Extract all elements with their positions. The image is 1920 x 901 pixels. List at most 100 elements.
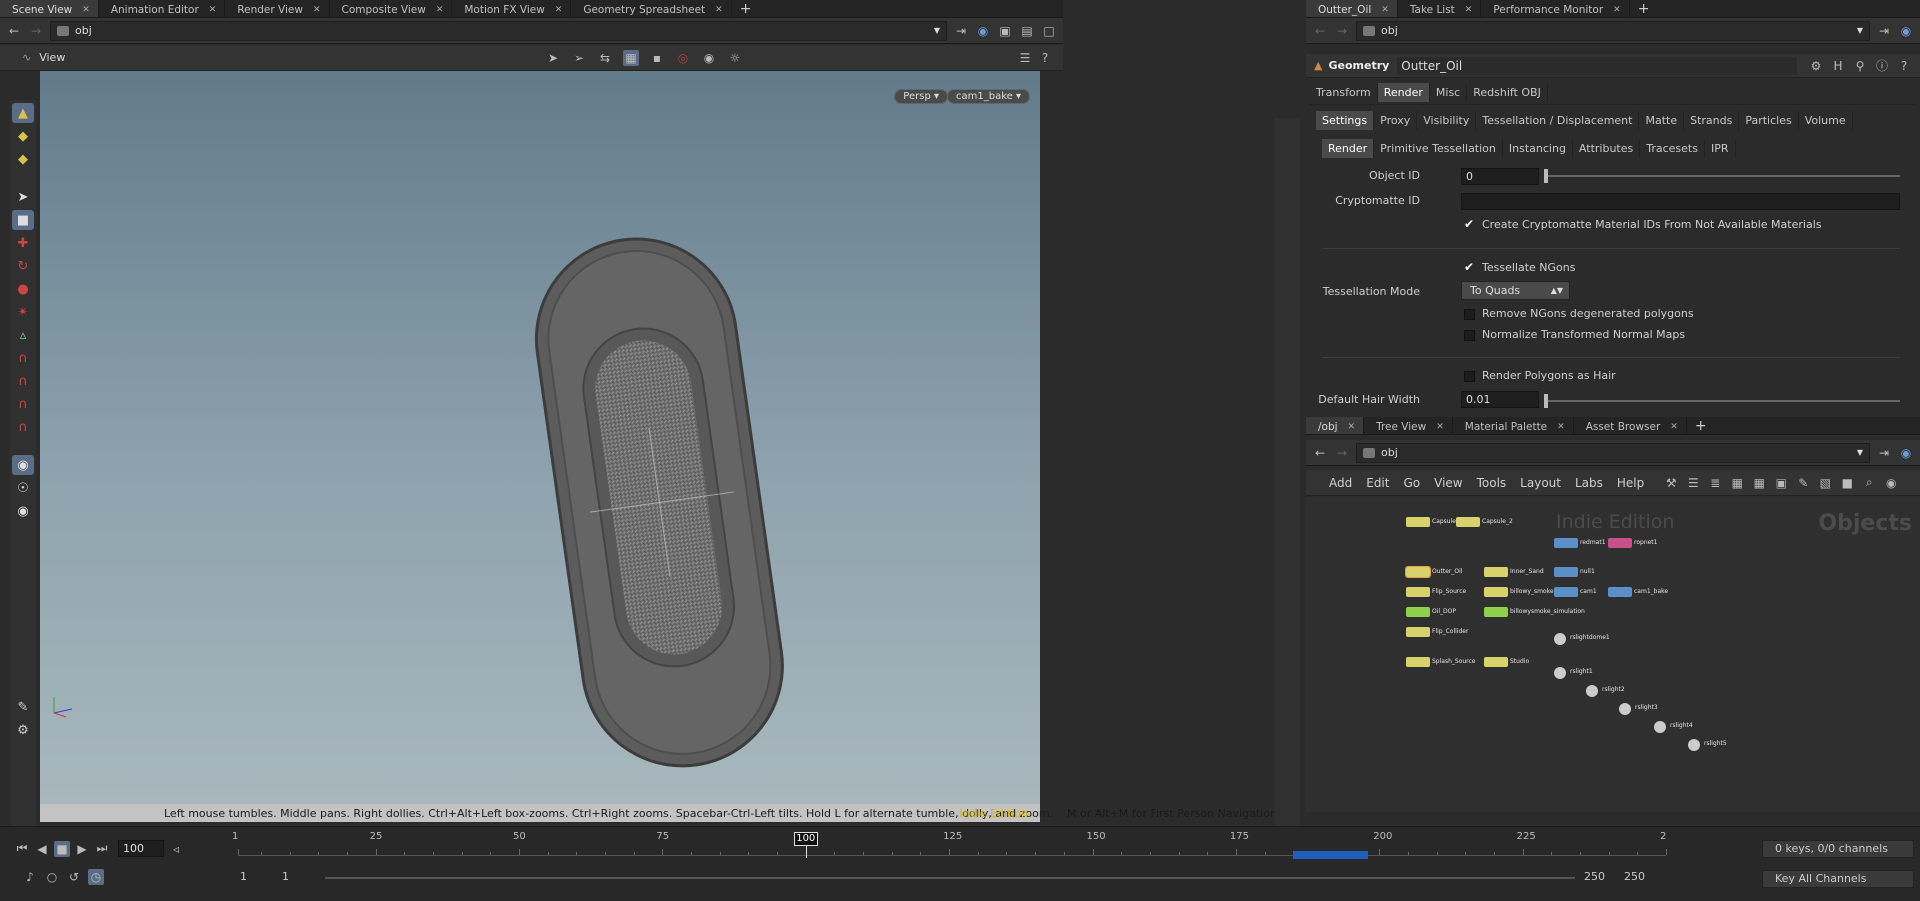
close-icon[interactable]: ✕ [1381,5,1389,15]
menu-edit[interactable]: Edit [1359,476,1396,490]
param-top-tab-0[interactable]: Transform [1310,83,1378,102]
key-all-dropdown[interactable]: Key All Channels [1762,870,1914,888]
network-node[interactable] [1654,721,1666,733]
frame-ruler[interactable]: 12550751001251501752002252100 [232,831,1667,867]
camera-tool-icon[interactable]: ◉ [12,501,34,521]
search-icon[interactable]: ⚲ [1852,58,1868,74]
menu-go[interactable]: Go [1396,476,1427,490]
end-frame-secondary[interactable]: 250 [1624,870,1645,883]
param-top-tab-2[interactable]: Misc [1430,83,1468,102]
link-icon[interactable]: ◉ [975,23,991,39]
lock-icon[interactable]: ■ [12,210,34,230]
back-arrow-icon[interactable]: ← [1312,23,1328,39]
audio-icon[interactable]: ♪ [22,869,38,885]
left-tab-4[interactable]: Motion FX View ✕ [452,0,572,17]
cryptomatte-field[interactable] [1461,193,1900,210]
network-node[interactable] [1554,633,1566,645]
chevron-down-icon[interactable]: ▼ [1857,448,1863,457]
note-icon[interactable]: ✎ [1795,475,1811,491]
gear-icon[interactable]: ⚙ [1808,58,1824,74]
network-node[interactable] [1456,517,1480,527]
left-tab-1[interactable]: Animation Editor ✕ [99,0,226,17]
forward-arrow-icon[interactable]: → [1334,445,1350,461]
network-node[interactable] [1586,685,1598,697]
tree-icon[interactable]: ☰ [1685,475,1701,491]
network-editor[interactable]: Indie Edition Objects Capsule_1 Capsule_2… [1306,497,1920,812]
menu-labs[interactable]: Labs [1568,476,1610,490]
object-id-slider-handle[interactable] [1544,169,1548,183]
step-back-icon[interactable]: ◀ [34,841,50,857]
network-node[interactable] [1484,607,1508,617]
network-tab-0[interactable]: /obj ✕ [1306,417,1365,434]
keys-channels-display[interactable]: 0 keys, 0/0 channels [1762,840,1914,858]
network-tab-2[interactable]: Material Palette ✕ [1453,417,1574,434]
step-icon[interactable]: ◃ [168,841,184,857]
current-frame-field[interactable]: 100 [118,840,164,857]
menu-add[interactable]: Add [1322,476,1359,490]
param-second-tab-3[interactable]: Tessellation / Displacement [1476,111,1640,130]
move-tool-icon[interactable]: ◆ [12,126,34,146]
param-third-tab-5[interactable]: IPR [1705,139,1736,158]
left-tab-2[interactable]: Render View ✕ [225,0,330,17]
render-hair-checkbox[interactable] [1464,371,1475,382]
scale-icon[interactable]: ● [12,279,34,299]
network-tab-1[interactable]: Tree View ✕ [1364,417,1453,434]
wrench-icon[interactable]: ⚒ [1663,475,1679,491]
network-node[interactable] [1554,667,1566,679]
jump-end-icon[interactable]: ⏭ [94,841,110,857]
pin-icon[interactable]: ⇥ [1876,445,1892,461]
close-icon[interactable]: ✕ [436,5,444,15]
back-arrow-icon[interactable]: ← [6,23,22,39]
maximize-icon[interactable]: □ [1041,23,1057,39]
settings-icon[interactable]: ⚙ [12,720,34,740]
close-icon[interactable]: ✕ [209,5,217,15]
tessellate-ngons-checkmark-icon[interactable]: ✔ [1464,260,1474,274]
magnet-icon-2[interactable]: ∩ [12,371,34,391]
param-third-tab-2[interactable]: Instancing [1503,139,1573,158]
network-path-field[interactable]: obj ▼ [1356,442,1870,463]
cube-icon[interactable]: ▣ [997,23,1013,39]
right-tab-1[interactable]: Take List ✕ [1398,0,1482,17]
menu-layout[interactable]: Layout [1513,476,1568,490]
jump-start-icon[interactable]: ⏮ [14,841,30,857]
pointer-icon[interactable]: ➤ [12,187,34,207]
realtime-icon[interactable]: ○ [44,869,60,885]
close-icon[interactable]: ✕ [715,5,723,15]
swap-icon[interactable]: ⇆ [597,50,613,66]
rotate-icon[interactable]: ↻ [12,256,34,276]
menu-tools[interactable]: Tools [1470,476,1514,490]
chevron-down-icon[interactable]: ▼ [1857,26,1863,35]
pane-icon[interactable]: ▤ [1019,23,1035,39]
network-node[interactable] [1608,587,1632,597]
network-node[interactable] [1406,517,1430,527]
param-third-tab-0[interactable]: Render [1322,139,1375,158]
menu-help[interactable]: Help [1610,476,1651,490]
start-frame-secondary[interactable]: 1 [282,870,289,883]
network-node[interactable] [1484,567,1508,577]
add-tab-icon[interactable]: + [1687,417,1715,434]
network-node[interactable] [1608,538,1632,548]
hair-width-field[interactable]: 0.01 [1461,391,1539,408]
handle-icon[interactable]: ➢ [571,50,587,66]
network-node[interactable] [1688,739,1700,751]
close-icon[interactable]: ✕ [82,5,90,15]
normalize-checkbox[interactable] [1464,330,1475,341]
view-tool-icon[interactable]: ◉ [12,455,34,475]
options-icon[interactable]: ☰ [1017,50,1033,66]
param-top-tab-1[interactable]: Render [1377,83,1430,102]
close-icon[interactable]: ✕ [1557,422,1565,432]
param-third-tab-3[interactable]: Attributes [1573,139,1641,158]
eye-icon[interactable]: ◉ [1883,475,1899,491]
link-icon[interactable]: ◉ [1898,445,1914,461]
close-icon[interactable]: ✕ [1613,5,1621,15]
network-node[interactable] [1406,587,1430,597]
left-tab-0[interactable]: Scene View ✕ [0,0,99,17]
param-second-tab-6[interactable]: Particles [1739,111,1799,130]
network-node[interactable] [1406,657,1430,667]
right-path-field[interactable]: obj ▼ [1356,20,1870,41]
object-id-field[interactable]: 0 [1461,168,1539,185]
tessellation-mode-select[interactable]: To Quads ▲▼ [1461,281,1570,300]
help-icon[interactable]: ? [1896,58,1912,74]
transform-icon[interactable]: ✴ [12,302,34,322]
network-node[interactable] [1484,657,1508,667]
